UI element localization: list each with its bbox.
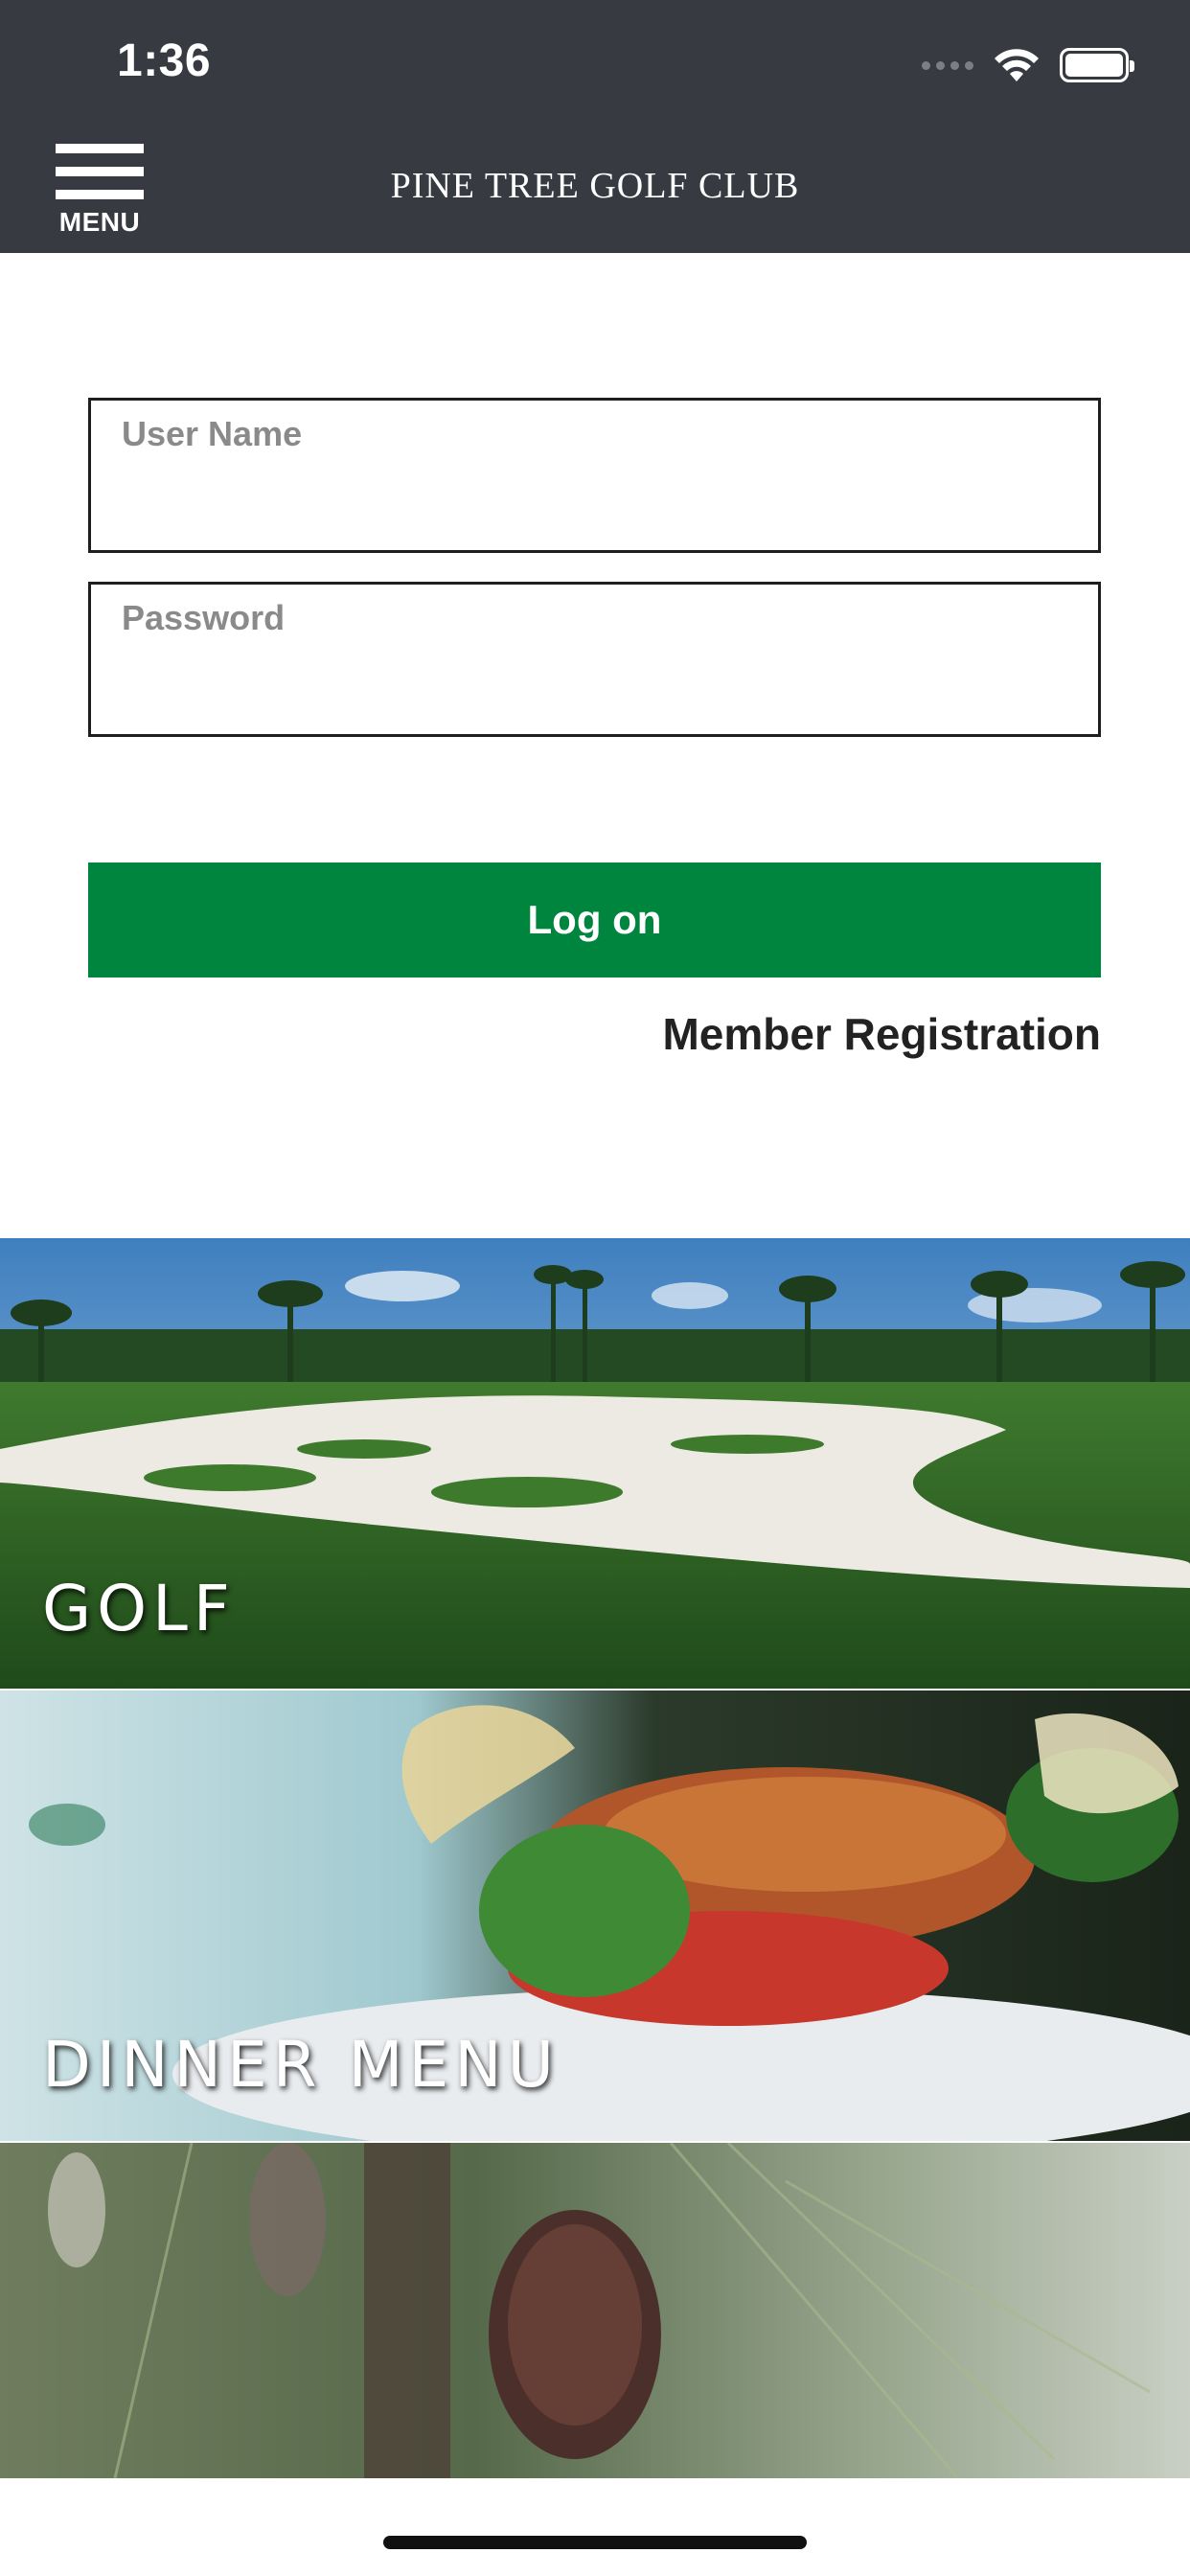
home-indicator	[383, 2536, 807, 2549]
logon-button[interactable]: Log on	[88, 862, 1101, 978]
dinner-menu-tile-label: DINNER MENU	[42, 2028, 560, 2102]
app-title: PINE TREE GOLF CLUB	[390, 166, 800, 206]
golf-tile[interactable]: GOLF	[0, 1238, 1190, 1689]
pine-tile[interactable]	[0, 2143, 1190, 2478]
username-input[interactable]	[122, 468, 1070, 535]
password-label: Password	[122, 598, 286, 637]
member-registration-link[interactable]: Member Registration	[662, 1008, 1101, 1060]
status-icons	[922, 44, 1134, 86]
app-screen: 1:36 MENU PINE TREE GOLF CLUB User Name …	[0, 0, 1190, 2576]
pine-cone-photo	[0, 2143, 1190, 2478]
password-input[interactable]	[122, 652, 1070, 719]
dinner-menu-tile[interactable]: DINNER MENU	[0, 1690, 1190, 2141]
golf-tile-label: GOLF	[42, 1572, 236, 1645]
app-header: 1:36 MENU PINE TREE GOLF CLUB	[0, 0, 1190, 253]
wifi-icon	[995, 49, 1039, 81]
battery-icon	[1060, 48, 1134, 82]
username-field[interactable]: User Name	[88, 398, 1101, 553]
password-field[interactable]: Password	[88, 582, 1101, 737]
username-label: User Name	[122, 414, 303, 453]
status-time: 1:36	[117, 35, 212, 86]
menu-label: MENU	[58, 207, 141, 237]
signal-dots-icon	[922, 60, 973, 70]
